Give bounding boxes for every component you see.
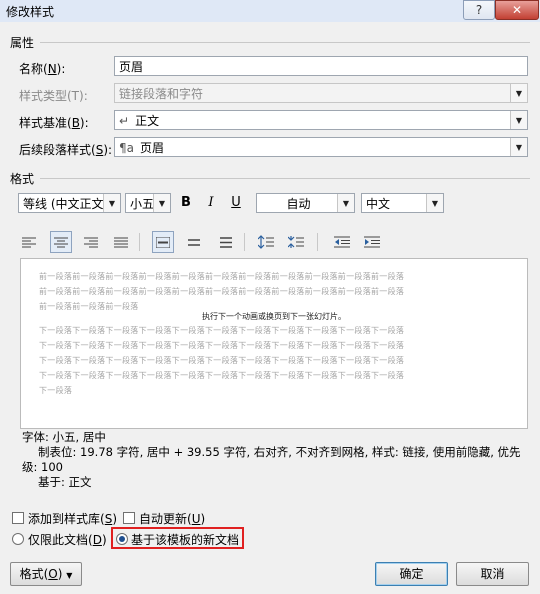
justify-icon bbox=[114, 237, 128, 247]
next-style-value: 页眉 bbox=[140, 141, 165, 155]
based-on-value: 正文 bbox=[135, 114, 160, 128]
style-type-select[interactable]: 链接段落和字符 ▼ bbox=[114, 83, 528, 103]
decrease-indent-icon bbox=[334, 236, 350, 248]
close-button[interactable]: ✕ bbox=[495, 0, 539, 20]
paragraph-toolbar bbox=[18, 231, 388, 253]
paragraph-mark-icon: ↵ bbox=[119, 114, 130, 128]
name-input[interactable]: 页眉 bbox=[114, 56, 528, 76]
cancel-button[interactable]: 取消 bbox=[456, 562, 529, 586]
preview-line: 下一段落 bbox=[39, 386, 73, 395]
help-button[interactable]: ? bbox=[463, 0, 495, 20]
dropdown-arrow-icon: ▼ bbox=[66, 571, 73, 580]
chevron-down-icon: ▼ bbox=[510, 138, 527, 156]
single-spacing-button[interactable] bbox=[152, 231, 174, 253]
name-label: 名称(N): bbox=[19, 62, 66, 76]
bold-button[interactable]: B bbox=[177, 194, 195, 212]
font-color-value: 自动 bbox=[286, 197, 311, 211]
add-to-gallery-label[interactable]: 添加到样式库(S) bbox=[28, 510, 117, 527]
increase-indent-button[interactable] bbox=[361, 231, 383, 253]
language-select[interactable]: 中文 ▼ bbox=[361, 193, 444, 213]
ok-button[interactable]: 确定 bbox=[375, 562, 448, 586]
properties-section-label: 属性 bbox=[10, 36, 35, 50]
style-type-label: 样式类型(T): bbox=[19, 89, 88, 103]
increase-spacing-icon bbox=[258, 235, 274, 249]
linked-style-icon: ¶a bbox=[119, 141, 134, 155]
align-right-button[interactable] bbox=[80, 231, 102, 253]
decrease-spacing-icon bbox=[288, 236, 304, 248]
toolbar-divider bbox=[244, 233, 245, 251]
single-spacing-icon bbox=[156, 236, 170, 248]
based-on-select[interactable]: ↵ 正文 ▼ bbox=[114, 110, 528, 130]
align-center-button[interactable] bbox=[50, 231, 72, 253]
dialog-title: 修改样式 bbox=[6, 5, 55, 19]
align-center-icon bbox=[54, 237, 68, 247]
preview-line: 前一段落前一段落前一段落前一段落前一段落前一段落前一段落前一段落前一段落前一段落… bbox=[39, 287, 405, 296]
next-style-select[interactable]: ¶a 页眉 ▼ bbox=[114, 137, 528, 157]
justify-button[interactable] bbox=[110, 231, 132, 253]
one-half-spacing-icon bbox=[188, 238, 200, 246]
font-select[interactable]: 等线 (中文正文) ▼ bbox=[18, 193, 121, 213]
description-line: 字体: 小五, 居中 bbox=[22, 430, 106, 444]
format-divider bbox=[40, 178, 530, 179]
increase-spacing-button[interactable] bbox=[255, 231, 277, 253]
based-on-label: 样式基准(B): bbox=[19, 116, 89, 130]
language-value: 中文 bbox=[366, 197, 391, 211]
chevron-down-icon: ▼ bbox=[510, 84, 527, 102]
decrease-spacing-button[interactable] bbox=[285, 231, 307, 253]
title-bar bbox=[0, 0, 540, 22]
double-spacing-button[interactable] bbox=[215, 231, 237, 253]
next-style-label: 后续段落样式(S): bbox=[19, 143, 113, 157]
format-section-label: 格式 bbox=[10, 172, 35, 186]
style-preview: 前一段落前一段落前一段落前一段落前一段落前一段落前一段落前一段落前一段落前一段落… bbox=[20, 258, 528, 429]
only-this-document-label[interactable]: 仅限此文档(D) bbox=[28, 531, 107, 548]
only-this-document-radio[interactable] bbox=[12, 533, 24, 545]
preview-line: 下一段落下一段落下一段落下一段落下一段落下一段落下一段落下一段落下一段落下一段落… bbox=[39, 326, 405, 335]
double-spacing-icon bbox=[220, 236, 232, 248]
new-documents-template-radio[interactable] bbox=[116, 533, 128, 545]
auto-update-checkbox[interactable] bbox=[123, 512, 135, 524]
toolbar-divider bbox=[139, 233, 140, 251]
style-description: 字体: 小五, 居中 制表位: 19.78 字符, 居中 + 39.55 字符,… bbox=[20, 430, 528, 504]
align-left-button[interactable] bbox=[18, 231, 40, 253]
preview-line: 下一段落下一段落下一段落下一段落下一段落下一段落下一段落下一段落下一段落下一段落… bbox=[39, 371, 405, 380]
chevron-down-icon: ▼ bbox=[103, 194, 120, 212]
preview-line: 下一段落下一段落下一段落下一段落下一段落下一段落下一段落下一段落下一段落下一段落… bbox=[39, 341, 405, 350]
preview-previous-paragraph: 前一段落前一段落前一段落前一段落前一段落前一段落前一段落前一段落前一段落前一段落… bbox=[39, 269, 519, 314]
italic-button[interactable]: I bbox=[202, 194, 220, 212]
chevron-down-icon: ▼ bbox=[510, 111, 527, 129]
toolbar-divider bbox=[317, 233, 318, 251]
one-half-spacing-button[interactable] bbox=[183, 231, 205, 253]
description-line: 基于: 正文 bbox=[38, 475, 92, 489]
preview-next-paragraph: 下一段落下一段落下一段落下一段落下一段落下一段落下一段落下一段落下一段落下一段落… bbox=[39, 323, 519, 398]
font-value: 等线 (中文正文) bbox=[23, 197, 109, 211]
add-to-gallery-checkbox[interactable] bbox=[12, 512, 24, 524]
format-menu-button[interactable]: 格式(O) ▼ bbox=[10, 562, 82, 586]
font-color-select[interactable]: 自动 ▼ bbox=[256, 193, 355, 213]
font-size-select[interactable]: 小五 ▼ bbox=[125, 193, 171, 213]
description-line: 制表位: 19.78 字符, 居中 + 39.55 字符, 右对齐, 不对齐到网… bbox=[38, 445, 521, 459]
chevron-down-icon: ▼ bbox=[337, 194, 354, 212]
preview-line: 下一段落下一段落下一段落下一段落下一段落下一段落下一段落下一段落下一段落下一段落… bbox=[39, 356, 405, 365]
align-right-icon bbox=[84, 237, 98, 247]
underline-button[interactable]: U bbox=[227, 194, 245, 212]
style-type-value: 链接段落和字符 bbox=[119, 87, 204, 101]
properties-divider bbox=[40, 42, 530, 43]
preview-current-paragraph: 执行下一个动画或换页到下一张幻灯片。 bbox=[202, 312, 346, 321]
new-documents-template-label[interactable]: 基于该模板的新文档 bbox=[131, 531, 239, 548]
auto-update-label[interactable]: 自动更新(U) bbox=[139, 510, 205, 527]
chevron-down-icon: ▼ bbox=[426, 194, 443, 212]
description-line: 级: 100 bbox=[22, 460, 63, 474]
increase-indent-icon bbox=[364, 236, 380, 248]
preview-line: 前一段落前一段落前一段落前一段落前一段落前一段落前一段落前一段落前一段落前一段落… bbox=[39, 272, 405, 281]
decrease-indent-button[interactable] bbox=[331, 231, 353, 253]
font-size-value: 小五 bbox=[130, 197, 155, 211]
chevron-down-icon: ▼ bbox=[153, 194, 170, 212]
align-left-icon bbox=[22, 237, 36, 247]
